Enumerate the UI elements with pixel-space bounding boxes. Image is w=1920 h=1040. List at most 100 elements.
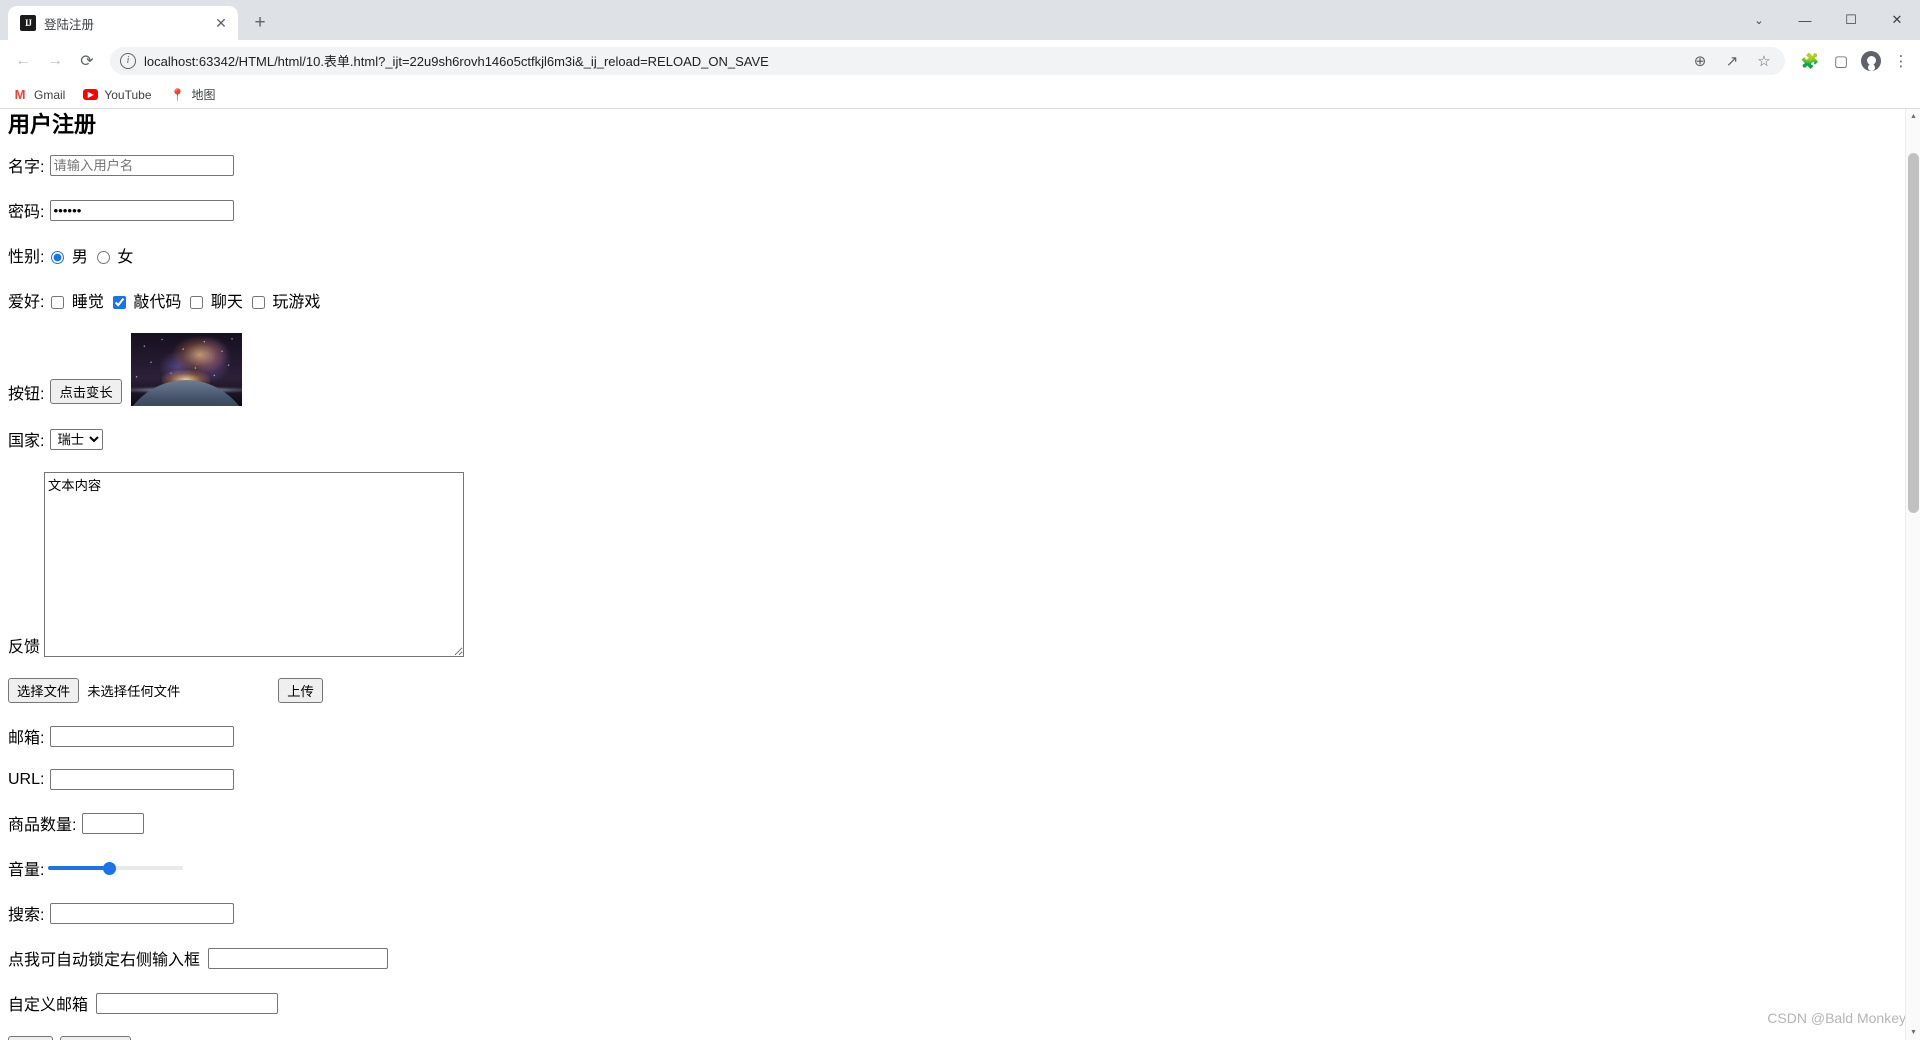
form-row-hobby: 爱好: 睡觉 敲代码 聊天 玩游戏 [8,288,1892,312]
quantity-label: 商品数量: [8,817,77,834]
tab-strip: IJ 登陆注册 ✕ + ⌄ — ☐ ✕ [0,0,1920,40]
bookmark-gmail[interactable]: M Gmail [12,87,66,103]
registration-form: 用户注册 名字: 密码: 性别: 男 女 [0,109,1900,1040]
lock-target-input[interactable] [208,947,389,969]
gender-radio-male[interactable] [51,251,65,265]
tab-title: 登陆注册 [44,17,95,32]
browser-tab[interactable]: IJ 登陆注册 ✕ [8,6,238,40]
zoom-icon[interactable]: ⊕ [1689,50,1711,72]
hobby-option-sleep[interactable]: 睡觉 [51,288,104,312]
hobby-option-code[interactable]: 敲代码 [112,288,181,312]
lock-focus-label[interactable]: 点我可自动锁定右侧输入框 [8,946,200,970]
form-row-volume: 音量: [8,856,1892,880]
password-input[interactable] [50,199,235,221]
hobby-option-chat[interactable]: 聊天 [190,288,243,312]
forward-icon[interactable]: → [40,46,70,76]
url-text: localhost:63342/HTML/html/10.表单.html?_ij… [144,54,769,69]
nebula-earth-image[interactable] [130,333,242,406]
bookmark-youtube[interactable]: ▶ YouTube [83,88,152,102]
choose-file-button[interactable]: 选择文件 [8,678,80,703]
volume-slider[interactable] [48,861,184,875]
toolbar-right-icons: 🧩 ▢ ⋮ [1793,50,1912,72]
form-row-file: 选择文件 未选择任何文件 上传 [8,678,1892,703]
maximize-button[interactable]: ☐ [1828,0,1874,40]
reset-form-button[interactable]: 清空表单 [59,1036,131,1040]
bookmarks-bar: M Gmail ▶ YouTube 📍 地图 [0,81,1920,109]
name-input[interactable] [50,154,235,176]
hobby-option-label: 玩游戏 [272,294,321,311]
form-row-email: 邮箱: [8,724,1892,748]
hobby-option-label: 聊天 [210,294,243,311]
gender-label: 性别: [8,249,45,266]
bookmark-maps[interactable]: 📍 地图 [170,86,216,103]
gender-option-label: 男 [71,249,88,266]
scrollbar-thumb[interactable] [1908,153,1919,513]
share-icon[interactable]: ↗ [1721,50,1743,72]
youtube-icon: ▶ [83,89,99,100]
gender-radio-female[interactable] [96,251,110,265]
form-row-feedback: 反馈 文本内容 [8,472,1892,657]
search-label: 搜索: [8,907,45,924]
form-actions: 提交 清空表单 [8,1036,1892,1040]
submit-button[interactable]: 提交 [8,1036,53,1040]
file-status-text: 未选择任何文件 [87,684,181,699]
site-info-icon[interactable]: i [120,52,136,69]
window-close-button[interactable]: ✕ [1874,0,1920,40]
upload-button[interactable]: 上传 [278,678,323,703]
hobby-checkbox-sleep[interactable] [51,296,65,310]
scroll-up-arrow-icon[interactable]: ▲ [1906,109,1920,124]
form-row-country: 国家: 瑞士 [8,427,1892,451]
country-label: 国家: [8,433,45,450]
hobby-checkbox-code[interactable] [112,296,126,310]
address-bar[interactable]: i localhost:63342/HTML/html/10.表单.html?_… [110,46,1785,75]
email-input[interactable] [50,725,235,747]
bookmark-label: 地图 [191,88,216,102]
form-row-search: 搜索: [8,901,1892,925]
quantity-input[interactable] [82,812,145,834]
feedback-textarea[interactable]: 文本内容 [44,472,465,657]
side-panel-icon[interactable]: ▢ [1830,50,1852,72]
minimize-button[interactable]: — [1782,0,1828,40]
bookmark-star-icon[interactable]: ☆ [1753,50,1775,72]
feedback-label: 反馈 [8,639,41,656]
gender-option-label: 女 [117,249,134,266]
gender-option-female[interactable]: 女 [96,243,134,267]
hobby-option-games[interactable]: 玩游戏 [251,288,321,312]
custom-email-input[interactable] [96,992,279,1014]
custom-email-label[interactable]: 自定义邮箱 [8,991,88,1015]
gmail-icon: M [14,87,26,102]
hobby-checkbox-games[interactable] [251,296,265,310]
profile-avatar[interactable] [1861,50,1881,71]
form-row-url: URL: [8,769,1892,790]
button-row-label: 按钮: [8,386,45,403]
form-row-quantity: 商品数量: [8,811,1892,835]
page-viewport: 用户注册 名字: 密码: 性别: 男 女 [0,109,1920,1040]
email-label: 邮箱: [8,730,45,747]
extensions-icon[interactable]: 🧩 [1799,50,1821,72]
browser-toolbar: ← → ⟳ i localhost:63342/HTML/html/10.表单.… [0,40,1920,81]
form-row-custom-email: 自定义邮箱 [8,991,1892,1015]
page-scrollbar[interactable]: ▲ ▼ [1905,109,1920,1040]
tab-search-chevron-icon[interactable]: ⌄ [1736,0,1782,40]
tab-close-icon[interactable]: ✕ [212,14,230,32]
form-row-button-image: 按钮: 点击变长 [8,333,1892,406]
form-row-name: 名字: [8,153,1892,177]
form-row-lock: 点我可自动锁定右侧输入框 [8,946,1892,970]
browser-window: IJ 登陆注册 ✕ + ⌄ — ☐ ✕ ← → ⟳ i localhost:63… [0,0,1920,1040]
country-select[interactable]: 瑞士 [50,428,104,450]
name-label: 名字: [8,159,45,176]
chrome-menu-icon[interactable]: ⋮ [1890,50,1912,72]
new-tab-button[interactable]: + [244,7,276,39]
reload-icon[interactable]: ⟳ [72,46,102,76]
back-icon[interactable]: ← [8,46,38,76]
grow-button[interactable]: 点击变长 [50,379,122,404]
gender-option-male[interactable]: 男 [51,243,88,267]
scroll-down-arrow-icon[interactable]: ▼ [1906,1025,1920,1040]
form-row-password: 密码: [8,198,1892,222]
omnibox-actions: ⊕ ↗ ☆ [1689,50,1775,72]
hobby-checkbox-chat[interactable] [190,296,204,310]
url-input[interactable] [50,769,235,790]
bookmark-label: Gmail [34,87,66,102]
search-input[interactable] [50,902,235,924]
hobby-option-label: 睡觉 [71,294,104,311]
